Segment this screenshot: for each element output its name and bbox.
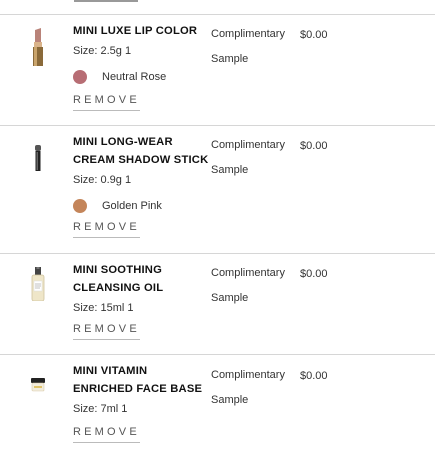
remove-button[interactable]: REMOVE bbox=[73, 426, 140, 443]
cart-item-shadow-stick: MINI LONG-WEAR CREAM SHADOW STICK Size: … bbox=[0, 125, 435, 253]
cart-item-face-base: MINI VITAMIN ENRICHED FACE BASE Size: 7m… bbox=[0, 354, 435, 460]
product-size: Size: 15ml 1 bbox=[73, 302, 134, 314]
product-name-line1: MINI VITAMIN bbox=[73, 365, 148, 377]
product-name-line2: CLEANSING OIL bbox=[73, 282, 164, 294]
price-label-line1: Complimentary bbox=[211, 369, 285, 381]
product-name-line2: ENRICHED FACE BASE bbox=[73, 383, 203, 395]
price-label-line2: Sample bbox=[211, 394, 249, 406]
remove-button[interactable]: REMOVE bbox=[73, 323, 140, 340]
remove-button[interactable]: REMOVE bbox=[73, 221, 140, 238]
product-name: MINI LONG-WEAR CREAM SHADOW STICK bbox=[73, 133, 213, 169]
price-label-line1: Complimentary bbox=[211, 267, 285, 279]
product-name-line1: MINI LONG-WEAR bbox=[73, 136, 173, 148]
price-label-line2: Sample bbox=[211, 53, 249, 65]
price-label-line1: Complimentary bbox=[211, 28, 285, 40]
price-label-line2: Sample bbox=[211, 292, 249, 304]
lipstick-icon[interactable] bbox=[20, 28, 56, 66]
product-size: Size: 2.5g 1 bbox=[73, 45, 132, 57]
product-name-line2: CREAM SHADOW STICK bbox=[73, 154, 209, 166]
remove-button[interactable]: REMOVE bbox=[73, 94, 140, 111]
shade-row: Neutral Rose bbox=[73, 70, 166, 84]
price-label: Complimentary Sample bbox=[211, 133, 301, 183]
price-label-line1: Complimentary bbox=[211, 139, 285, 151]
product-name: MINI LUXE LIP COLOR bbox=[73, 22, 213, 40]
product-name: MINI VITAMIN ENRICHED FACE BASE bbox=[73, 362, 213, 398]
cream-jar-icon[interactable] bbox=[20, 378, 56, 392]
shade-name: Golden Pink bbox=[102, 200, 162, 212]
cart-item-cleansing-oil: MINI SOOTHING CLEANSING OIL Size: 15ml 1… bbox=[0, 253, 435, 354]
shade-swatch bbox=[73, 199, 87, 213]
price-label-line2: Sample bbox=[211, 164, 249, 176]
previous-item-remove-underline bbox=[74, 0, 138, 2]
item-price: $0.00 bbox=[300, 370, 328, 382]
item-price: $0.00 bbox=[300, 140, 328, 152]
shade-name: Neutral Rose bbox=[102, 71, 167, 83]
item-price: $0.00 bbox=[300, 29, 328, 41]
item-price: $0.00 bbox=[300, 268, 328, 280]
price-label: Complimentary Sample bbox=[211, 363, 301, 413]
cart-item-lip-color: MINI LUXE LIP COLOR Size: 2.5g 1 Neutral… bbox=[0, 14, 435, 125]
price-label: Complimentary Sample bbox=[211, 22, 301, 72]
shade-row: Golden Pink bbox=[73, 199, 162, 213]
price-label: Complimentary Sample bbox=[211, 261, 301, 311]
product-size: Size: 0.9g 1 bbox=[73, 174, 132, 186]
shadow-stick-icon[interactable] bbox=[20, 145, 56, 171]
product-size: Size: 7ml 1 bbox=[73, 403, 128, 415]
shade-swatch bbox=[73, 70, 87, 84]
oil-bottle-icon[interactable] bbox=[20, 267, 56, 301]
product-name-line1: MINI SOOTHING bbox=[73, 264, 162, 276]
product-name-line1: MINI LUXE LIP COLOR bbox=[73, 25, 198, 37]
product-name: MINI SOOTHING CLEANSING OIL bbox=[73, 261, 213, 297]
